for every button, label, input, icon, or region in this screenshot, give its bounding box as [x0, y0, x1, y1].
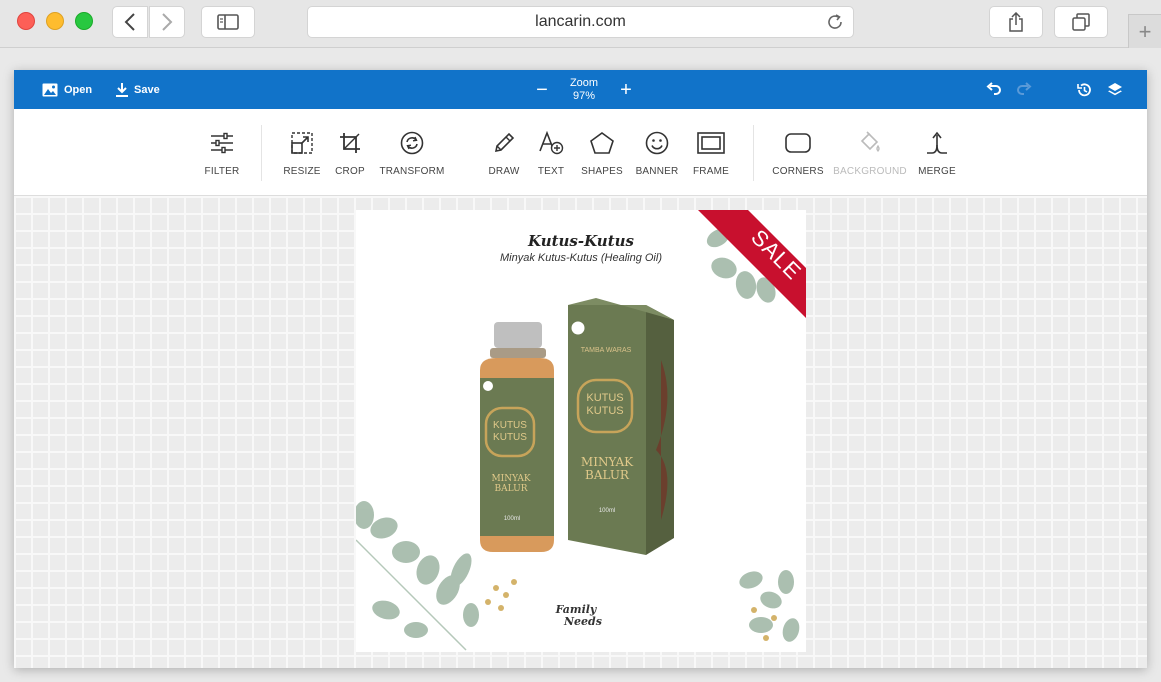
- undo-button[interactable]: [986, 82, 1002, 101]
- plus-icon: +: [1138, 18, 1152, 44]
- tool-frame[interactable]: FRAME: [692, 109, 730, 196]
- box-brand-text: TAMBA WARAS: [580, 347, 632, 354]
- filter-icon: [211, 132, 233, 154]
- address-bar[interactable]: lancarin.com: [307, 6, 854, 38]
- url-text: lancarin.com: [535, 13, 626, 30]
- share-button[interactable]: [989, 6, 1043, 38]
- eucalyptus-leaves-bottom-right: [739, 570, 800, 642]
- browser-chrome: lancarin.com +: [0, 0, 1161, 48]
- bottle-volume-text: 100ml: [503, 516, 521, 522]
- reload-icon[interactable]: [826, 13, 844, 36]
- family-needs-logo: Family Needs: [550, 604, 602, 628]
- tool-banner[interactable]: BANNER: [635, 109, 679, 196]
- product-image[interactable]: Kutus-Kutus Minyak Kutus-Kutus (Healing …: [356, 210, 806, 652]
- bottle-logo-text: KUTUS KUTUS: [493, 420, 527, 443]
- paint-bucket-icon: [860, 131, 880, 152]
- zoom-label: Zoom: [569, 77, 599, 89]
- bottle-product-text: MINYAK BALUR: [491, 474, 531, 494]
- tool-merge[interactable]: MERGE: [918, 109, 956, 196]
- smiley-icon: [645, 131, 669, 155]
- chevron-right-icon: [162, 13, 173, 31]
- tabs-icon: [1072, 13, 1090, 31]
- tool-label: SHAPES: [581, 166, 623, 177]
- zoom-out-button[interactable]: −: [534, 80, 550, 100]
- tool-label: CORNERS: [772, 166, 824, 177]
- sidebar-toggle-button[interactable]: [201, 6, 255, 38]
- rounded-rect-icon: [785, 133, 811, 153]
- tool-label: TRANSFORM: [379, 166, 445, 177]
- redo-button[interactable]: [1016, 82, 1032, 101]
- eucalyptus-leaves-bottom-left: [356, 501, 479, 651]
- tabs-overview-button[interactable]: [1054, 6, 1108, 38]
- tool-label: BACKGROUND: [833, 166, 907, 177]
- pencil-icon: [494, 132, 515, 153]
- tool-label: CROP: [335, 166, 365, 177]
- open-label: Open: [64, 83, 93, 96]
- frame-icon: [697, 132, 725, 154]
- crop-icon: [340, 133, 360, 153]
- editor-canvas[interactable]: Kutus-Kutus Minyak Kutus-Kutus (Healing …: [14, 196, 1147, 668]
- image-icon: [42, 83, 58, 96]
- minimize-window-button[interactable]: [46, 12, 64, 30]
- tool-draw[interactable]: DRAW: [488, 109, 520, 196]
- tool-transform[interactable]: TRANSFORM: [379, 109, 445, 196]
- pentagon-icon: [590, 132, 614, 154]
- tool-text[interactable]: TEXT: [535, 109, 567, 196]
- box-product-text: MINYAK BALUR: [580, 455, 634, 482]
- save-button[interactable]: Save: [116, 70, 160, 109]
- product-subtitle: Minyak Kutus-Kutus (Healing Oil): [499, 252, 662, 264]
- tool-label: RESIZE: [283, 166, 321, 177]
- zoom-value: 97%: [572, 90, 596, 102]
- forward-button[interactable]: [149, 6, 185, 38]
- tool-label: FILTER: [204, 166, 240, 177]
- tool-label: BANNER: [635, 166, 679, 177]
- product-artwork: [356, 210, 806, 651]
- tool-filter[interactable]: FILTER: [204, 109, 240, 196]
- history-button[interactable]: [1076, 82, 1092, 103]
- undo-icon: [986, 82, 1001, 95]
- zoom-readout: Zoom 97%: [570, 77, 598, 103]
- new-tab-button[interactable]: +: [1128, 14, 1161, 48]
- layers-button[interactable]: [1107, 82, 1123, 103]
- tool-label: TEXT: [537, 166, 565, 177]
- tool-label: DRAW: [488, 166, 520, 177]
- tool-label: MERGE: [918, 166, 956, 177]
- editor-toolbar: FILTER RESIZE CROP TRANSFORM DRAW TEXT S…: [14, 109, 1147, 196]
- box-logo-text: KUTUS KUTUS: [586, 392, 624, 417]
- toolbar-divider: [261, 125, 262, 181]
- zoom-control: − Zoom 97% +: [534, 74, 634, 106]
- text-icon: [539, 131, 564, 155]
- chevron-left-icon: [124, 13, 135, 31]
- maximize-window-button[interactable]: [75, 12, 93, 30]
- tool-resize[interactable]: RESIZE: [282, 109, 322, 196]
- open-button[interactable]: Open: [42, 70, 92, 109]
- layers-icon: [1108, 83, 1122, 96]
- product-box: [568, 298, 674, 555]
- toolbar-divider: [753, 125, 754, 181]
- image-editor: Open Save − Zoom 97% + FILTER RESIZE CRO…: [14, 70, 1147, 668]
- history-icon: [1077, 83, 1091, 97]
- tool-background[interactable]: BACKGROUND: [833, 109, 907, 196]
- golden-sprig-bottom-left: [485, 579, 517, 611]
- tool-label: FRAME: [693, 166, 729, 177]
- back-button[interactable]: [112, 6, 148, 38]
- download-icon: [116, 82, 128, 97]
- tool-shapes[interactable]: SHAPES: [580, 109, 624, 196]
- zoom-in-button[interactable]: +: [618, 80, 634, 100]
- box-volume-text: 100ml: [598, 508, 616, 514]
- resize-icon: [291, 132, 313, 154]
- tool-corners[interactable]: CORNERS: [772, 109, 824, 196]
- family-needs-line2: Needs: [564, 615, 602, 628]
- redo-icon: [1017, 82, 1032, 95]
- save-label: Save: [134, 83, 160, 96]
- transform-icon: [400, 131, 424, 155]
- sidebar-icon: [217, 14, 239, 30]
- close-window-button[interactable]: [17, 12, 35, 30]
- share-icon: [1009, 12, 1023, 32]
- editor-topbar: Open Save − Zoom 97% +: [14, 70, 1147, 109]
- merge-icon: [927, 131, 947, 154]
- tool-crop[interactable]: CROP: [334, 109, 366, 196]
